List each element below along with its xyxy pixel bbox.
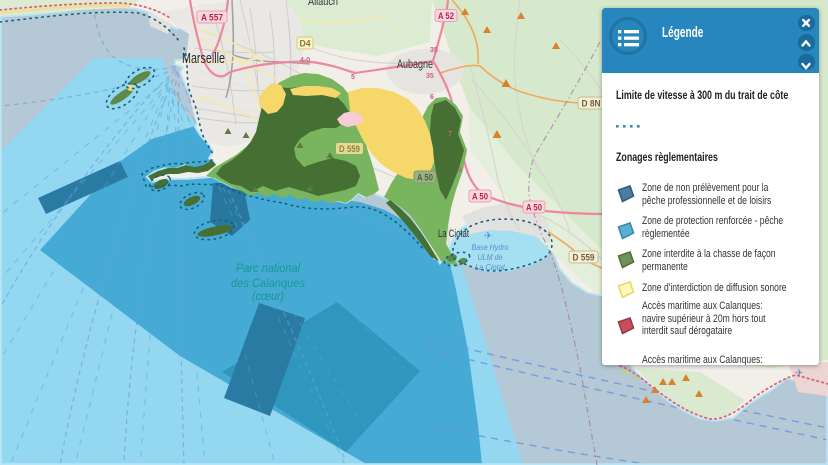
svg-text:A 52: A 52 (438, 11, 454, 21)
svg-text:4-0: 4-0 (300, 57, 310, 64)
svg-text:Allauch: Allauch (308, 0, 338, 8)
svg-text:9: 9 (458, 167, 462, 174)
svg-text:7: 7 (448, 131, 452, 138)
svg-text:✈: ✈ (795, 368, 803, 379)
svg-text:D 8N: D 8N (582, 99, 601, 109)
svg-text:6: 6 (430, 94, 434, 101)
svg-text:A 50: A 50 (472, 192, 488, 202)
svg-text:(cœur): (cœur) (252, 289, 284, 303)
svg-text:La Ciotat: La Ciotat (438, 228, 469, 240)
svg-text:des Calanques: des Calanques (231, 276, 305, 290)
svg-text:35: 35 (430, 47, 438, 54)
svg-text:D 559: D 559 (573, 253, 595, 263)
svg-text:Base Hydro: Base Hydro (472, 242, 509, 252)
svg-text:Marseille: Marseille (182, 50, 225, 67)
svg-text:35: 35 (426, 73, 434, 80)
svg-text:✈: ✈ (484, 231, 492, 242)
svg-text:D 559: D 559 (339, 144, 360, 154)
svg-text:A 50: A 50 (417, 173, 433, 183)
svg-text:A 557: A 557 (201, 13, 223, 23)
svg-text:ULM de: ULM de (478, 252, 503, 262)
svg-text:A 50: A 50 (526, 203, 542, 213)
svg-text:La Ciotat: La Ciotat (475, 262, 506, 272)
svg-text:Parc national: Parc national (236, 261, 300, 275)
svg-text:Aubagne: Aubagne (397, 59, 433, 71)
svg-text:D4: D4 (300, 39, 311, 49)
svg-text:5: 5 (351, 74, 355, 81)
